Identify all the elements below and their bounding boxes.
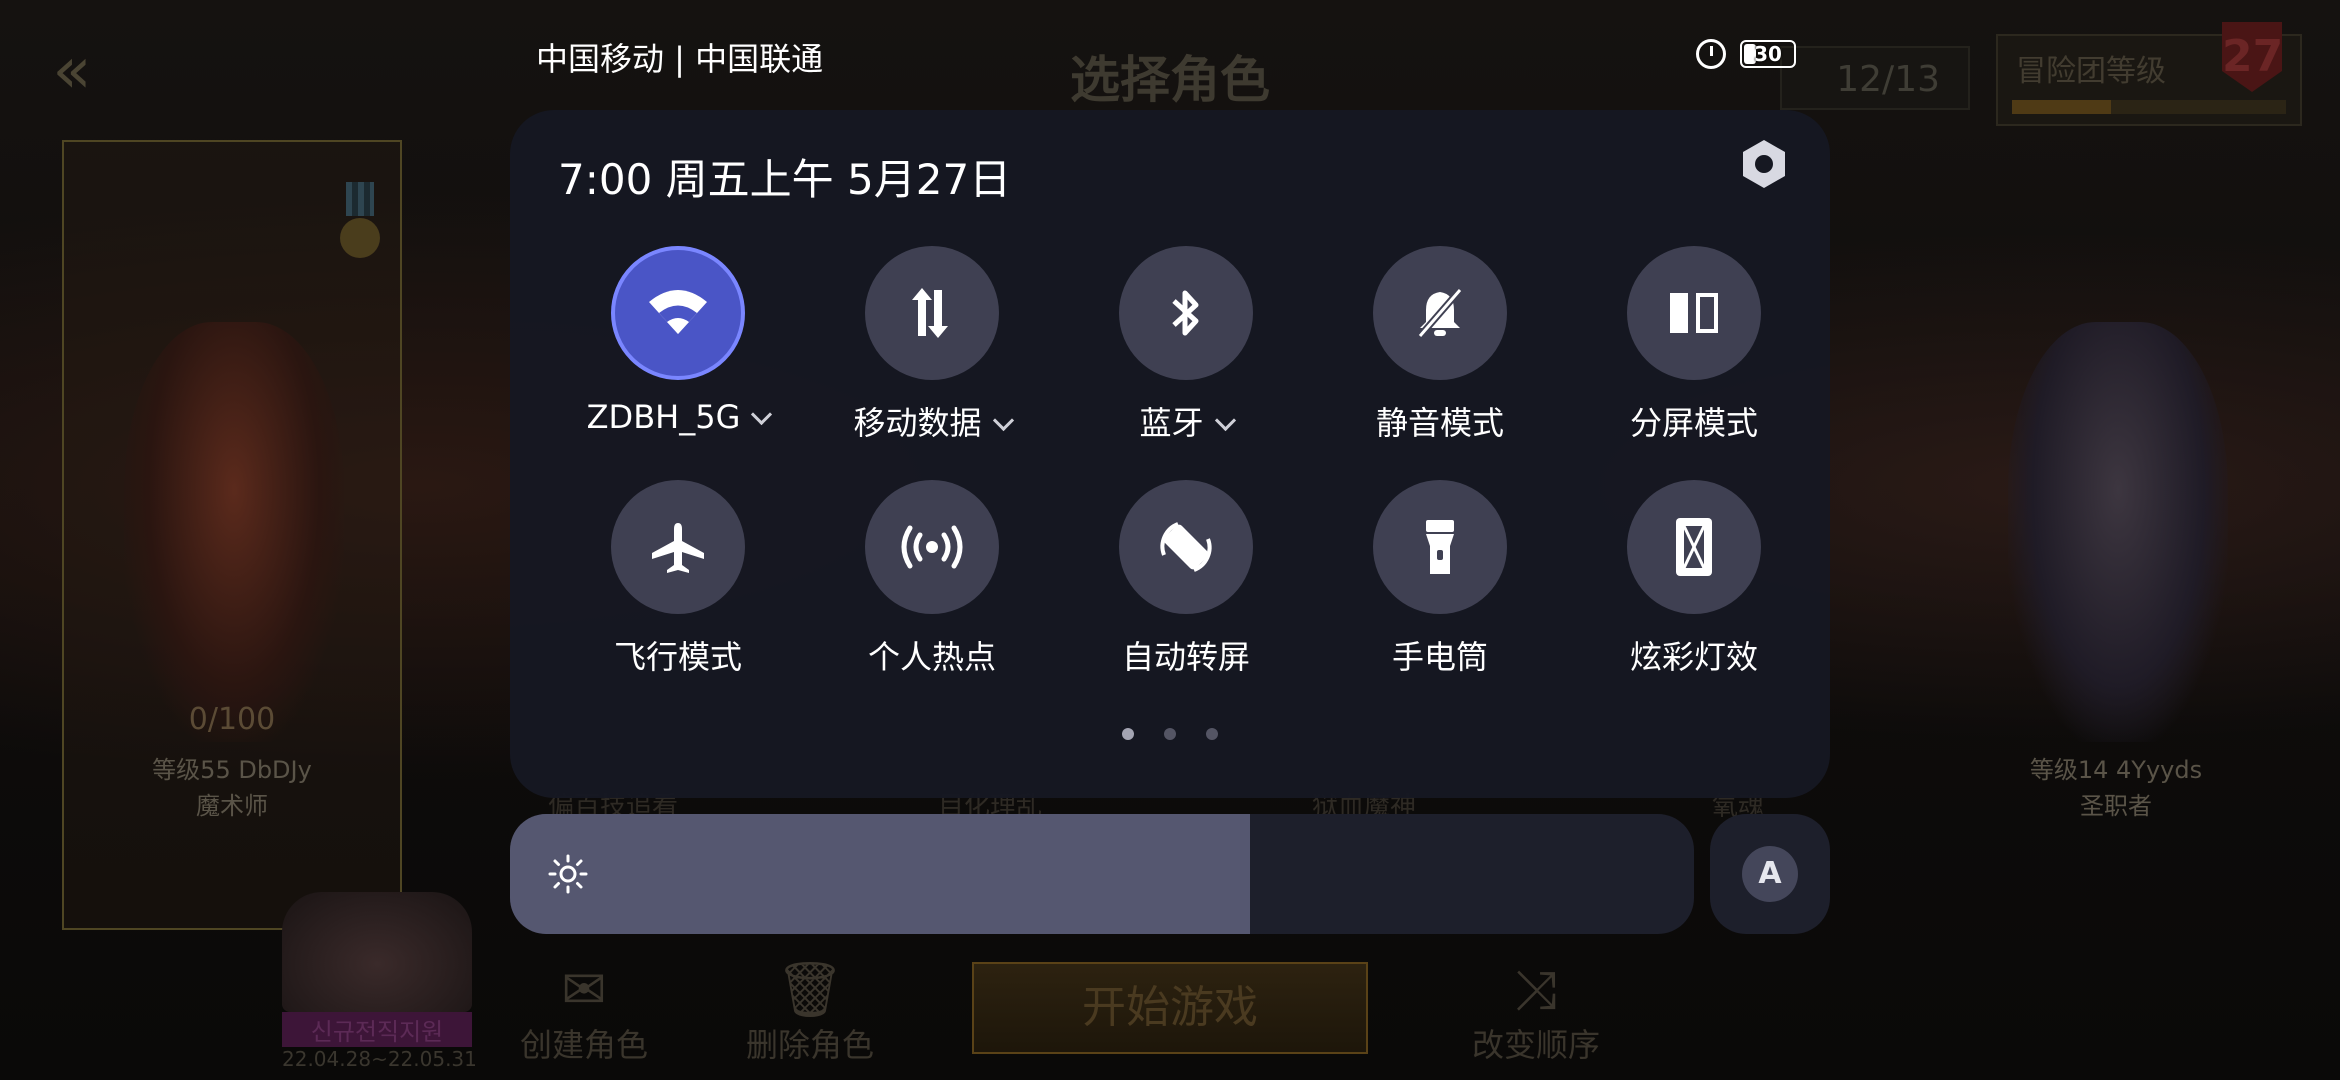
event-banner[interactable]: 신규전직지원 22.04.28~22.05.31 [282, 892, 477, 1071]
tile-label: 蓝牙 [1086, 398, 1286, 444]
chevron-down-icon[interactable] [751, 403, 773, 426]
tile-label: 飞行模式 [613, 638, 742, 676]
page-dot[interactable] [1206, 728, 1218, 740]
character-info: 等级55 DbDJy 魔术师 [64, 752, 400, 824]
reorder-button[interactable]: ⤨ 改变顺序 [1472, 960, 1600, 1066]
sun-icon [548, 854, 588, 894]
battery-level: 30 [1754, 42, 1782, 66]
page-dot[interactable] [1164, 728, 1176, 740]
tile-split-screen[interactable]: 分屏模式 [1594, 246, 1794, 444]
tile-airplane-mode[interactable]: 飞行模式 [578, 480, 778, 678]
create-character-label: 创建角色 [520, 1026, 649, 1064]
split-screen-icon [1627, 246, 1761, 380]
alarm-icon [1696, 39, 1726, 69]
trash-icon: 🗑 [775, 958, 845, 1021]
character-class: 魔术师 [196, 792, 268, 820]
tile-label: 手电筒 [1391, 638, 1488, 676]
battery-icon: 30 [1740, 40, 1796, 68]
character-info: 等级14 4Yyyds 圣职者 [1948, 752, 2284, 824]
tile-label: 分屏模式 [1629, 404, 1758, 442]
tile-label: 个人热点 [867, 638, 996, 676]
status-icons: 30 [1696, 34, 1796, 74]
create-character-icon: ✉ [561, 958, 607, 1021]
tile-label: 自动转屏 [1121, 638, 1250, 676]
event-art [282, 892, 472, 1012]
character-portrait [2008, 322, 2228, 742]
auto-rotate-icon [1119, 480, 1253, 614]
silent-mode-icon [1373, 246, 1507, 380]
control-center-panel: 7:00 周五上午 5月27日 ZDBH_5G 移动数据 蓝牙 静音模式 分屏模… [510, 110, 1830, 798]
tile-silent-mode[interactable]: 静音模式 [1340, 246, 1540, 444]
character-portrait [124, 322, 344, 742]
event-dates: 22.04.28~22.05.31 [282, 1047, 477, 1071]
light-effect-icon [1627, 480, 1761, 614]
tile-bluetooth[interactable]: 蓝牙 [1086, 246, 1286, 444]
airplane-icon [611, 480, 745, 614]
mobile-data-icon [865, 246, 999, 380]
tile-label: 炫彩灯效 [1629, 638, 1758, 676]
tile-mobile-data[interactable]: 移动数据 [832, 246, 1032, 444]
auto-brightness-icon: A [1742, 846, 1798, 902]
chevron-down-icon[interactable] [1214, 409, 1236, 432]
flashlight-icon [1373, 480, 1507, 614]
create-character-button[interactable]: ✉ 创建角色 [520, 960, 648, 1066]
character-class: 圣职者 [2080, 792, 2152, 820]
game-title: 选择角色 [1070, 51, 1270, 109]
brightness-slider[interactable] [510, 814, 1694, 934]
bluetooth-icon [1119, 246, 1253, 380]
settings-gear-icon[interactable] [1736, 136, 1792, 192]
character-card[interactable]: 等级14 4Yyyds 圣职者 [1946, 140, 2286, 930]
tile-light-effect[interactable]: 炫彩灯效 [1594, 480, 1794, 678]
medal-icon [340, 182, 380, 262]
delete-character-label: 删除角色 [746, 1026, 875, 1064]
datetime: 7:00 周五上午 5月27日 [558, 155, 1012, 204]
carrier-label: 中国移动 | 中国联通 [536, 40, 824, 78]
tile-hotspot[interactable]: 个人热点 [832, 480, 1032, 678]
page-dot[interactable] [1122, 728, 1134, 740]
character-progress: 0/100 [188, 702, 276, 737]
reorder-label: 改变顺序 [1472, 1026, 1601, 1064]
brightness-fill [510, 814, 1250, 934]
auto-brightness-button[interactable]: A [1710, 814, 1830, 934]
character-card-selected[interactable]: 0/100 等级55 DbDJy 魔术师 [62, 140, 402, 930]
character-level: 等级55 DbDJy [152, 756, 312, 784]
hotspot-icon [865, 480, 999, 614]
rank-progress-bar [2012, 100, 2286, 114]
tile-auto-rotate[interactable]: 自动转屏 [1086, 480, 1286, 678]
start-game-button[interactable]: 开始游戏 [972, 962, 1368, 1054]
chevron-down-icon[interactable] [992, 409, 1014, 432]
tile-flashlight[interactable]: 手电筒 [1340, 480, 1540, 678]
event-tag: 신규전직지원 [282, 1012, 472, 1047]
character-count: 12/13 [1780, 46, 1970, 110]
tile-label: 移动数据 [832, 398, 1032, 444]
page-indicator [510, 728, 1830, 740]
shuffle-icon: ⤨ [1514, 958, 1558, 1021]
delete-character-button[interactable]: 🗑 删除角色 [746, 960, 874, 1066]
tile-wifi[interactable]: ZDBH_5G [578, 246, 778, 436]
tile-label: ZDBH_5G [578, 398, 778, 436]
tile-label: 静音模式 [1375, 404, 1504, 442]
rank-label: 冒险团等级 [2016, 54, 2166, 89]
wifi-icon [611, 246, 745, 380]
character-level: 等级14 4Yyyds [2029, 756, 2203, 784]
